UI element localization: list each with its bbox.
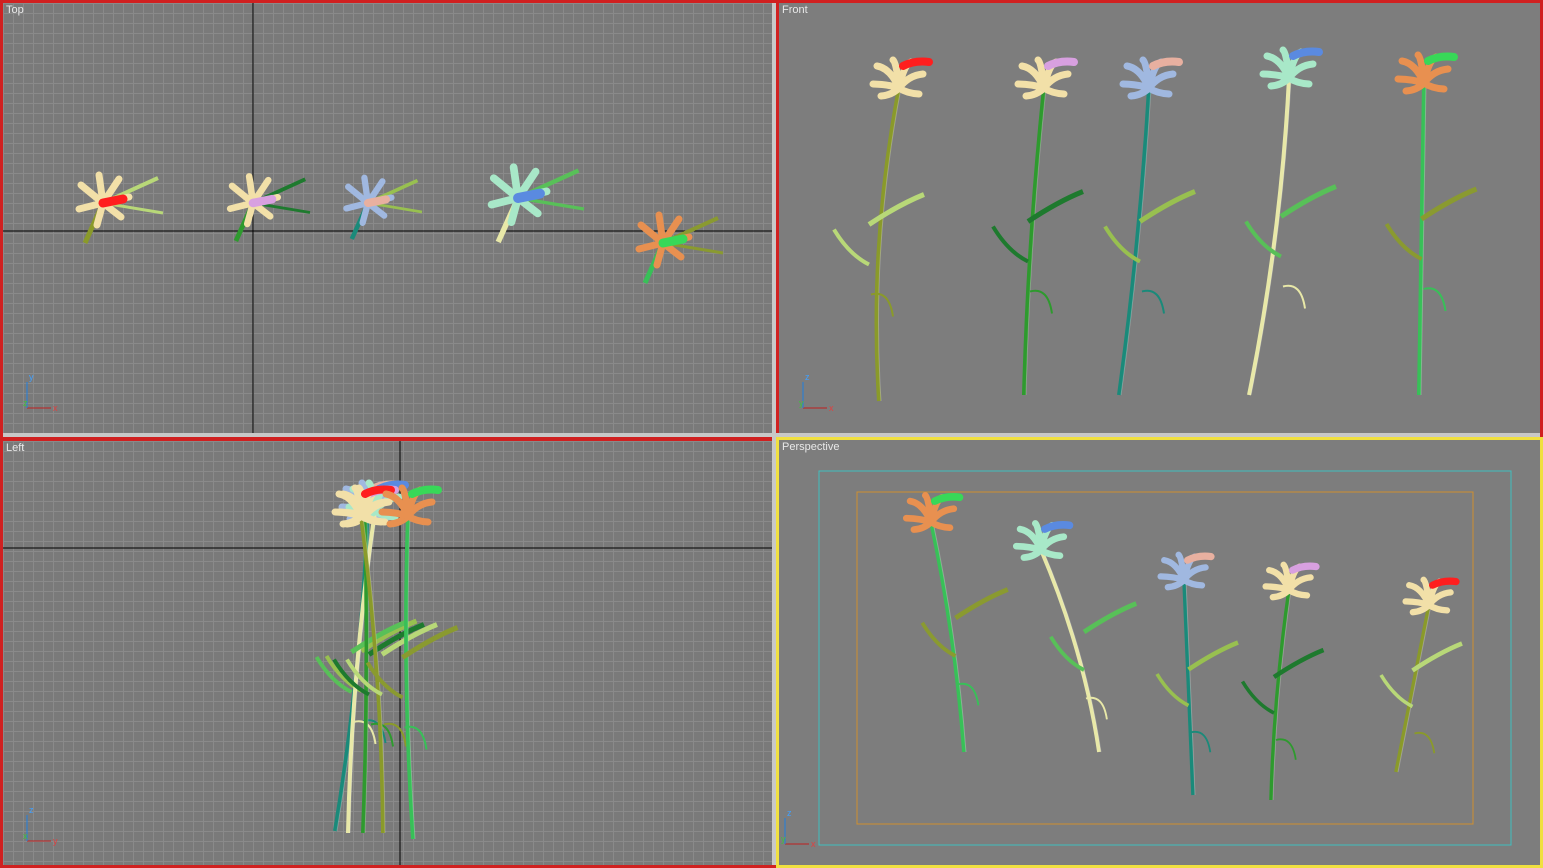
flower-leaf bbox=[1029, 289, 1053, 314]
viewport-label-perspective[interactable]: Perspective bbox=[782, 441, 839, 453]
perspective-view-scene: x z y bbox=[781, 470, 1512, 849]
flower-4 bbox=[1012, 520, 1138, 753]
axis-gizmo-h-label: x bbox=[53, 403, 58, 413]
flower-leaf bbox=[1141, 289, 1165, 314]
flower-leaf bbox=[1282, 284, 1306, 309]
flower-petal bbox=[1394, 75, 1428, 87]
top-view-scene: x y z bbox=[3, 3, 772, 433]
flower-stem-highlight bbox=[1397, 604, 1432, 773]
flower-leaf bbox=[1155, 673, 1190, 708]
flower-stem bbox=[1039, 549, 1101, 753]
flower-leaf bbox=[383, 722, 407, 747]
flower-leaf bbox=[867, 192, 925, 227]
flower-stem bbox=[929, 521, 966, 753]
flower-1 bbox=[75, 171, 164, 245]
viewport-label-top[interactable]: Top bbox=[6, 4, 24, 16]
flower-leaf bbox=[1138, 189, 1196, 224]
axis-gizmo-o-label: z bbox=[23, 398, 28, 408]
flower-5 bbox=[1384, 51, 1478, 396]
viewport-left[interactable]: y z x Left bbox=[3, 441, 772, 865]
flower-accent-petal bbox=[1044, 57, 1078, 70]
flower-stem bbox=[346, 510, 377, 834]
flower-leaf bbox=[1240, 680, 1275, 715]
flower-petal bbox=[902, 514, 935, 526]
flower-petal bbox=[1014, 80, 1048, 92]
viewport-label-front[interactable]: Front bbox=[782, 4, 808, 16]
axis-gizmo-o-label: y bbox=[799, 398, 804, 408]
flower-2 bbox=[1240, 561, 1325, 801]
flower-2 bbox=[991, 56, 1084, 396]
flower-leaf bbox=[954, 587, 1009, 620]
flower-leaf bbox=[365, 661, 404, 700]
flower-petal bbox=[1157, 573, 1188, 584]
left-view-scene: y z x bbox=[3, 441, 772, 865]
axis-gizmo-h-label: x bbox=[829, 403, 834, 413]
flower-accent-petal bbox=[899, 57, 933, 70]
flower-petal bbox=[378, 508, 412, 520]
axis-gizmo-v-label: z bbox=[805, 372, 810, 382]
flower-accent-petal bbox=[1429, 577, 1460, 589]
flower-leaf bbox=[1420, 186, 1478, 222]
axis-gizmo-v-label: z bbox=[787, 808, 792, 818]
flower-accent-petal bbox=[1184, 552, 1215, 564]
flower-leaf bbox=[1279, 184, 1337, 219]
flower-petal bbox=[1402, 598, 1433, 609]
flower-petal bbox=[869, 80, 903, 92]
flower-accent-petal bbox=[1289, 47, 1323, 60]
flower-petal bbox=[331, 508, 365, 520]
flower-accent-petal bbox=[248, 194, 277, 208]
flower-4 bbox=[1244, 46, 1337, 396]
flower-accent-petal bbox=[1289, 562, 1320, 574]
flower-leaf bbox=[1379, 674, 1414, 709]
flower-leaf bbox=[870, 292, 894, 317]
flower-petal bbox=[1012, 542, 1045, 554]
flower-accent-petal bbox=[1041, 521, 1074, 533]
flower-accent-petal bbox=[363, 195, 391, 208]
flower-accent-petal bbox=[408, 485, 442, 498]
flower-1 bbox=[832, 56, 933, 402]
viewport-front[interactable]: x z y Front bbox=[779, 3, 1540, 433]
viewport-top[interactable]: x y z Top bbox=[3, 3, 772, 433]
axis-gizmo-o-label: x bbox=[23, 831, 28, 841]
flower-accent-petal bbox=[98, 194, 128, 208]
viewport-separator-vertical[interactable] bbox=[772, 3, 776, 865]
flower-stem bbox=[1182, 579, 1195, 796]
flower-leaf bbox=[1414, 731, 1436, 754]
flower-leaf bbox=[1423, 287, 1447, 312]
flower-1 bbox=[1379, 576, 1463, 773]
flower-leaf bbox=[1384, 222, 1423, 261]
axis-gizmo-v-label: z bbox=[29, 805, 34, 815]
flower-accent-petal bbox=[1149, 57, 1183, 70]
flower-accent-petal bbox=[931, 493, 964, 505]
axis-gizmo-v-label: y bbox=[29, 372, 34, 382]
flower-3 bbox=[1103, 56, 1196, 396]
flower-leaf bbox=[1187, 640, 1239, 672]
flower-leaf bbox=[991, 225, 1029, 264]
axis-gizmo-h-label: x bbox=[811, 839, 816, 849]
flower-5 bbox=[902, 492, 1009, 753]
safe-frame-title bbox=[856, 491, 1474, 825]
viewport-label-left[interactable]: Left bbox=[6, 442, 24, 454]
viewport-perspective[interactable]: x z y Perspective bbox=[776, 437, 1543, 868]
flower-3 bbox=[1155, 551, 1239, 796]
flower-3 bbox=[343, 174, 423, 240]
flower-stem bbox=[1117, 87, 1151, 396]
flower-accent-petal bbox=[513, 188, 545, 203]
axis-gizmo-o-label: y bbox=[781, 834, 786, 844]
flower-leaf bbox=[1082, 601, 1138, 634]
flower-petal bbox=[1259, 70, 1293, 82]
flower-leaf bbox=[1275, 738, 1297, 760]
flower-petal bbox=[1119, 80, 1153, 92]
axis-gizmo-h-label: y bbox=[53, 836, 58, 846]
flower-5 bbox=[635, 211, 724, 285]
flower-stem bbox=[1394, 604, 1431, 773]
flower-leaf bbox=[832, 228, 870, 267]
flower-petal bbox=[1262, 583, 1293, 594]
flower-stem bbox=[874, 87, 901, 402]
front-view-scene: x z y bbox=[799, 46, 1478, 413]
flower-accent-petal bbox=[1424, 52, 1458, 65]
flower-accent-petal bbox=[658, 234, 688, 248]
